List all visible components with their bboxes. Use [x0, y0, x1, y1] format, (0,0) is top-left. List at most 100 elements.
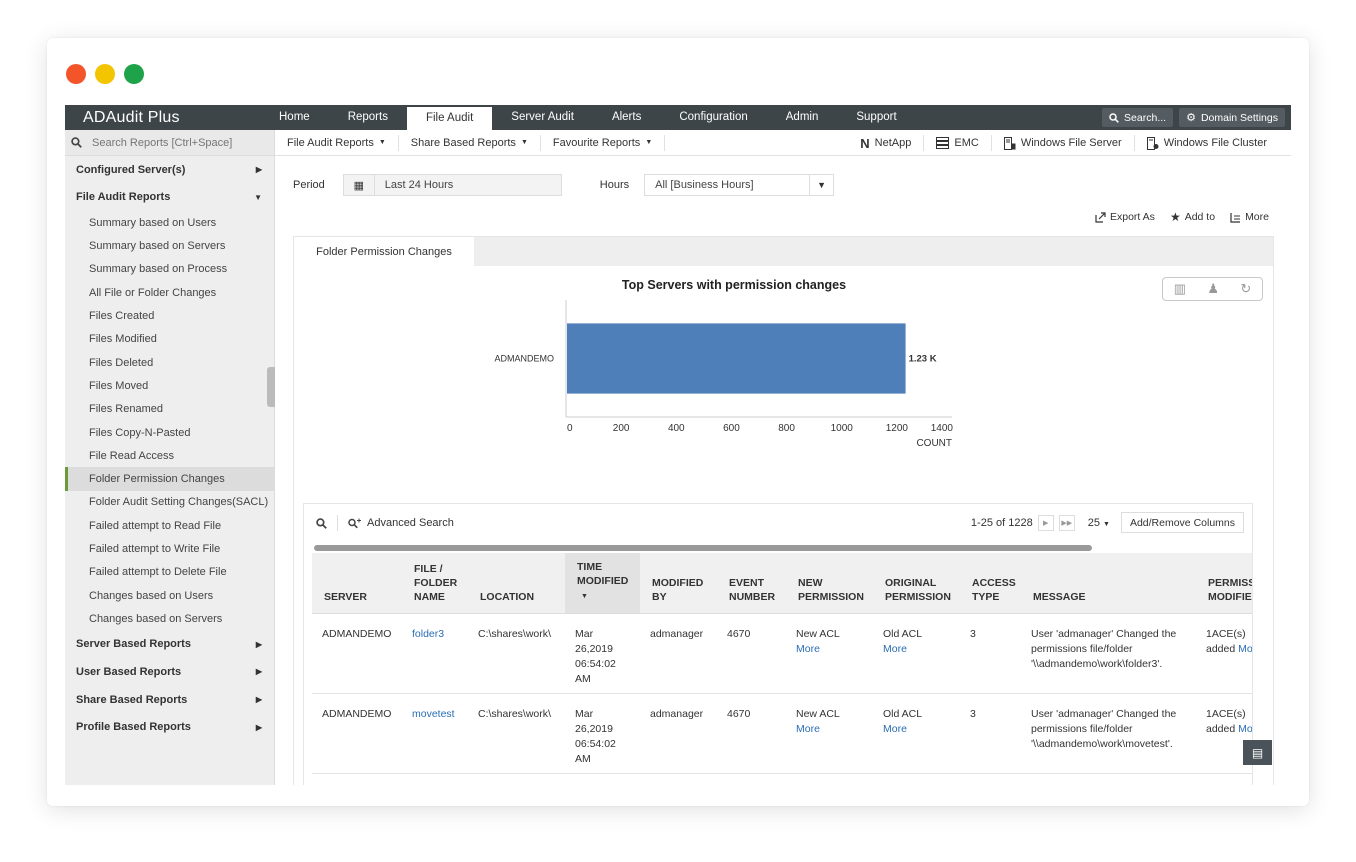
sidebar-group-configured[interactable]: Configured Server(s) ▶	[65, 156, 274, 184]
sidebar-item[interactable]: Changes based on Users	[65, 584, 274, 607]
subbar-menu-label: Share Based Reports	[410, 136, 516, 149]
x-tick-label: 1000	[831, 423, 854, 434]
column-header[interactable]: ORIGINAL PERMISSION	[873, 553, 960, 614]
events-table: SERVER FILE / FOLDER NAME LOCATION TIME MODIFI…	[312, 553, 1252, 774]
sidebar-item[interactable]: Files Renamed	[65, 398, 274, 421]
sidebar-group-file-audit[interactable]: File Audit Reports ▼	[65, 184, 274, 212]
column-header[interactable]: NEW PERMISSION	[786, 553, 873, 614]
permissions-more-link[interactable]: More	[1238, 723, 1252, 735]
file-link[interactable]: folder3	[412, 628, 444, 640]
column-header[interactable]: MODIFIED BY	[640, 553, 717, 614]
page-size-select[interactable]: 25 ▼	[1088, 517, 1110, 529]
tab-reports[interactable]: Reports	[329, 105, 407, 130]
subbar-menu-favourite-reports[interactable]: Favourite Reports ▼	[541, 134, 666, 151]
sidebar-item[interactable]: All File or Folder Changes	[65, 281, 274, 304]
emc-link[interactable]: EMC	[924, 135, 992, 151]
sidebar-item[interactable]: Summary based on Servers	[65, 234, 274, 257]
column-header[interactable]: TIME MODIFIED ▼	[565, 553, 640, 614]
column-header[interactable]: LOCATION	[468, 553, 565, 614]
column-header-label: MODIFIED	[1208, 590, 1252, 603]
windows-file-server-link[interactable]: Windows File Server	[992, 135, 1135, 151]
sidebar-group[interactable]: Share Based Reports ▶	[65, 686, 274, 714]
file-server-icon	[1003, 136, 1016, 150]
new-permission-more-link[interactable]: More	[796, 723, 820, 735]
sidebar-item[interactable]: Files Copy-N-Pasted	[65, 421, 274, 444]
close-dot[interactable]	[66, 64, 86, 84]
sidebar-item[interactable]: Folder Audit Setting Changes(SACL)	[65, 491, 274, 514]
column-header[interactable]: SERVER	[312, 553, 402, 614]
gear-icon: ⚙	[1186, 112, 1196, 124]
sidebar-group[interactable]: Profile Based Reports ▶	[65, 713, 274, 741]
hours-select[interactable]: All [Business Hours] ▼	[644, 174, 835, 196]
sidebar-item[interactable]: Summary based on Users	[65, 211, 274, 234]
sidebar-item[interactable]: Files Moved	[65, 374, 274, 397]
search-icon[interactable]	[316, 517, 327, 529]
subbar-menu-file-audit-reports[interactable]: File Audit Reports ▼	[275, 134, 399, 151]
tab-home[interactable]: Home	[260, 105, 329, 130]
column-header[interactable]: FILE / FOLDER NAME	[402, 553, 468, 614]
table-row[interactable]: ADMANDEMO folder3 C:\shares\work\ Mar 26,201…	[312, 613, 1252, 694]
new-permission: New ACL	[796, 707, 840, 720]
subbar-menu-share-based-reports[interactable]: Share Based Reports ▼	[399, 134, 541, 151]
tab-file-audit[interactable]: File Audit	[406, 105, 493, 130]
sidebar-item[interactable]: Files Deleted	[65, 351, 274, 374]
netapp-link[interactable]: N NetApp	[848, 135, 925, 151]
original-permission-more-link[interactable]: More	[883, 723, 907, 735]
more-list-icon	[1230, 212, 1241, 223]
global-search-button[interactable]: Search...	[1102, 108, 1174, 127]
maximize-dot[interactable]	[124, 64, 144, 84]
new-permission-more-link[interactable]: More	[796, 643, 820, 655]
file-cluster-icon	[1146, 136, 1159, 150]
sidebar-search-input[interactable]	[92, 136, 252, 149]
report-filters: Period ▦ Last 24 Hours Hours All [Busine…	[293, 174, 835, 196]
chat-icon[interactable]: ▤	[1243, 740, 1272, 765]
windows-file-cluster-link[interactable]: Windows File Cluster	[1135, 135, 1279, 151]
next-page-icon[interactable]: ▶	[1037, 514, 1054, 531]
add-to-button[interactable]: ★ Add to	[1170, 210, 1215, 224]
horizontal-scrollbar[interactable]	[314, 545, 1092, 551]
add-remove-columns-button[interactable]: Add/Remove Columns	[1120, 512, 1244, 533]
tab-configuration[interactable]: Configuration	[660, 105, 766, 130]
modified-by: admanager	[650, 627, 704, 640]
domain-settings-button[interactable]: ⚙ Domain Settings	[1179, 108, 1285, 127]
sidebar-item[interactable]: Folder Permission Changes	[65, 467, 274, 491]
sidebar-item[interactable]: Changes based on Servers	[65, 607, 274, 630]
column-header[interactable]: EVENT NUMBER	[717, 553, 786, 614]
sidebar-item[interactable]: Failed attempt to Read File	[65, 514, 274, 537]
table-row[interactable]: ADMANDEMO movetest C:\shares\work\ Mar 26,20…	[312, 693, 1252, 774]
sidebar-item[interactable]: Files Created	[65, 304, 274, 327]
global-search-label: Search...	[1124, 111, 1167, 124]
last-page-icon[interactable]: ▶▶	[1058, 514, 1075, 531]
star-icon: ★	[1169, 210, 1181, 224]
export-as-button[interactable]: Export As	[1095, 210, 1155, 224]
column-header[interactable]: ACCESS TYPE	[960, 553, 1021, 614]
sidebar-group[interactable]: User Based Reports ▶	[65, 658, 274, 686]
bar-admandemo[interactable]	[567, 323, 906, 394]
original-permission-more-link[interactable]: More	[883, 643, 907, 655]
sidebar-item[interactable]: Failed attempt to Write File	[65, 537, 274, 560]
minimize-dot[interactable]	[95, 64, 115, 84]
column-header[interactable]: PERMISSIONSMODIFIED	[1196, 553, 1252, 614]
advanced-search-link[interactable]: Advanced Search	[367, 517, 454, 529]
table-cell: 4670	[717, 693, 786, 774]
permissions-more-link[interactable]: More	[1238, 643, 1252, 655]
tab-alerts[interactable]: Alerts	[593, 105, 660, 130]
table-cell: ADMANDEMO	[312, 613, 402, 694]
x-tick-label: 200	[613, 423, 630, 434]
more-button[interactable]: More	[1230, 210, 1269, 224]
sidebar-group[interactable]: Server Based Reports ▶	[65, 631, 274, 659]
x-tick-label: 400	[668, 423, 685, 434]
tab-server-audit[interactable]: Server Audit	[492, 105, 593, 130]
sidebar-item[interactable]: File Read Access	[65, 444, 274, 467]
column-header[interactable]: MESSAGE	[1021, 553, 1196, 614]
sidebar-item[interactable]: Failed attempt to Delete File	[65, 561, 274, 584]
sidebar-item[interactable]: Files Modified	[65, 328, 274, 351]
tab-admin[interactable]: Admin	[767, 105, 838, 130]
file-link[interactable]: movetest	[412, 708, 455, 720]
sidebar-collapse-handle[interactable]	[267, 367, 275, 407]
period-picker[interactable]: ▦ Last 24 Hours	[342, 174, 562, 196]
sidebar-item[interactable]: Summary based on Process	[65, 258, 274, 281]
column-header-label: EVENT	[729, 576, 765, 589]
x-tick-label: 1200	[886, 423, 909, 434]
tab-support[interactable]: Support	[837, 105, 915, 130]
